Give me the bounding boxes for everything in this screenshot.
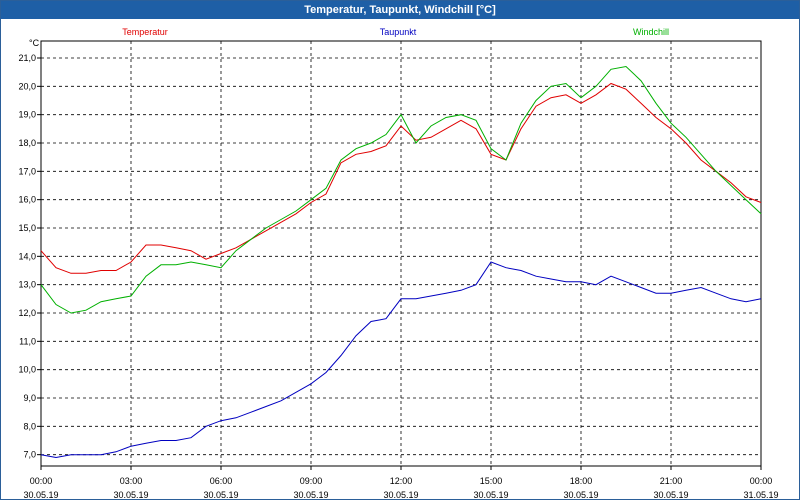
x-tick-date: 30.05.19: [653, 490, 688, 499]
legend: Temperatur Taupunkt Windchill: [122, 27, 669, 37]
x-tick-time: 15:00: [480, 476, 503, 486]
y-tick-label: 21,0: [18, 53, 36, 63]
legend-windchill: Windchill: [633, 27, 669, 37]
chart-canvas: 7,0 8,0 9,0 10,0 11,0 12,0 13,0 14,0 15,0 16,0 17,…: [18, 27, 778, 499]
x-tick-date: 30.05.19: [563, 490, 598, 499]
y-tick-label: 17,0: [18, 166, 36, 176]
y-axis-unit: °C: [29, 38, 40, 48]
y-tick-label: 13,0: [18, 280, 36, 290]
y-tick-label: 15,0: [18, 223, 36, 233]
y-tick-label: 10,0: [18, 365, 36, 375]
y-tick-labels: 7,0 8,0 9,0 10,0 11,0 12,0 13,0 14,0 15,0 16,0 17,…: [18, 53, 36, 460]
y-tick-label: 20,0: [18, 81, 36, 91]
x-tick-time: 00:00: [30, 476, 53, 486]
x-tick-date: 30.05.19: [383, 490, 418, 499]
window-title: Temperatur, Taupunkt, Windchill [°C]: [1, 1, 799, 19]
y-tick-label: 8,0: [23, 421, 36, 431]
y-tick-label: 9,0: [23, 393, 36, 403]
legend-temperatur: Temperatur: [122, 27, 168, 37]
y-tick-label: 12,0: [18, 308, 36, 318]
y-tick-label: 14,0: [18, 251, 36, 261]
x-tick-time: 06:00: [210, 476, 233, 486]
x-tick-time: 00:00: [750, 476, 773, 486]
x-tick-date: 30.05.19: [23, 490, 58, 499]
chart-window: Temperatur, Taupunkt, Windchill [°C] 7,0…: [0, 0, 800, 500]
x-tick-time: 12:00: [390, 476, 413, 486]
x-tick-date: 30.05.19: [293, 490, 328, 499]
x-tick-time: 18:00: [570, 476, 593, 486]
x-tick-date: 30.05.19: [113, 490, 148, 499]
y-tick-label: 18,0: [18, 138, 36, 148]
y-tick-label: 19,0: [18, 110, 36, 120]
x-tick-time: 03:00: [120, 476, 143, 486]
x-tick-date: 30.05.19: [473, 490, 508, 499]
y-tick-label: 7,0: [23, 450, 36, 460]
x-tick-date: 30.05.19: [203, 490, 238, 499]
legend-taupunkt: Taupunkt: [380, 27, 417, 37]
x-tick-time: 21:00: [660, 476, 683, 486]
y-tick-label: 16,0: [18, 195, 36, 205]
x-tick-date: 31.05.19: [743, 490, 778, 499]
x-tick-labels: 00:00 30.05.19 03:00 30.05.19 06:00 30.05.19 0…: [23, 476, 778, 499]
y-tick-label: 11,0: [19, 336, 36, 346]
x-tick-time: 09:00: [300, 476, 323, 486]
